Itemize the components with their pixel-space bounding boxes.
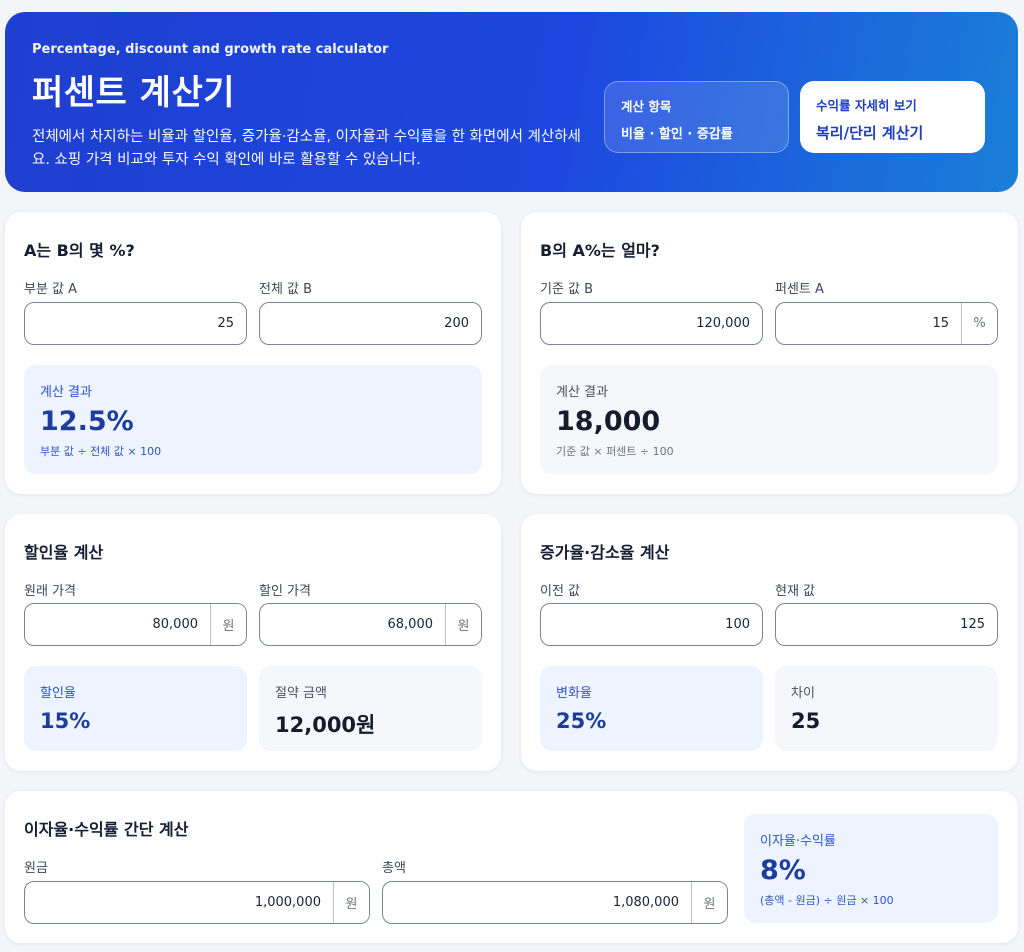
discount-rate-label: 할인율 xyxy=(40,686,76,701)
ratio-result-value: 12.5% xyxy=(40,406,134,437)
previous-value: 100 xyxy=(725,617,750,632)
saving-amount-value: 12,000원 xyxy=(275,713,376,737)
discount-rate-box: 할인율 15% xyxy=(24,666,247,751)
portion-result-label: 계산 결과 xyxy=(556,385,608,400)
interest-card: 이자율·수익률 간단 계산 원금 1,000,000 원 총액 1,080,00… xyxy=(5,791,1018,943)
sale-price-input[interactable]: 68,000 원 xyxy=(259,603,482,646)
hero-subtitle: Percentage, discount and growth rate cal… xyxy=(32,42,389,57)
hero-description: 전체에서 차지하는 비율과 할인율, 증가율·감소율, 이자율과 수익률을 한 … xyxy=(32,129,581,168)
original-price-value: 80,000 xyxy=(152,617,199,632)
original-price-input[interactable]: 80,000 원 xyxy=(24,603,247,646)
sale-price-value: 68,000 xyxy=(387,617,434,632)
percent-a-label: 퍼센트 A xyxy=(775,282,824,297)
saving-amount-box: 절약 금액 12,000원 xyxy=(259,666,482,751)
portion-result-value: 18,000 xyxy=(556,406,661,437)
part-a-input[interactable]: 25 xyxy=(24,302,247,345)
percent-unit: % xyxy=(961,303,997,344)
discount-card: 할인율 계산 원래 가격 80,000 원 할인 가격 68,000 원 할인율… xyxy=(5,514,501,771)
difference-box: 차이 25 xyxy=(775,666,998,751)
saving-amount-label: 절약 금액 xyxy=(275,686,327,701)
difference-label: 차이 xyxy=(791,686,815,701)
portion-result-box: 계산 결과 18,000 기준 값 × 퍼센트 ÷ 100 xyxy=(540,365,998,474)
original-price-label: 원래 가격 xyxy=(24,584,76,599)
percent-a-input[interactable]: 15 % xyxy=(775,302,998,345)
portion-result-formula: 기준 값 × 퍼센트 ÷ 100 xyxy=(556,445,674,458)
principal-label: 원금 xyxy=(24,861,48,876)
previous-value-input[interactable]: 100 xyxy=(540,603,763,646)
total-b-input[interactable]: 200 xyxy=(259,302,482,345)
previous-value-label: 이전 값 xyxy=(540,584,581,599)
discount-card-title: 할인율 계산 xyxy=(24,543,104,562)
ratio-result-label: 계산 결과 xyxy=(40,385,92,400)
calc-items-value: 비율 · 할인 · 증감률 xyxy=(621,127,733,142)
base-b-input[interactable]: 120,000 xyxy=(540,302,763,345)
compound-link-value: 복리/단리 계산기 xyxy=(816,124,924,142)
original-price-unit: 원 xyxy=(210,604,246,645)
portion-card-title: B의 A%는 얼마? xyxy=(540,241,660,260)
ratio-card: A는 B의 몇 %? 부분 값 A 25 전체 값 B 200 계산 결과 12… xyxy=(5,212,501,494)
current-value-label: 현재 값 xyxy=(775,584,816,599)
total-b-label: 전체 값 B xyxy=(259,282,313,297)
difference-value: 25 xyxy=(791,709,821,733)
base-b-value: 120,000 xyxy=(696,316,750,331)
compound-calculator-link[interactable]: 수익률 자세히 보기 복리/단리 계산기 xyxy=(800,81,985,153)
interest-result-value: 8% xyxy=(760,855,806,886)
compound-link-label: 수익률 자세히 보기 xyxy=(816,98,917,113)
change-card-title: 증가율·감소율 계산 xyxy=(540,543,670,562)
sale-price-label: 할인 가격 xyxy=(259,584,311,599)
percent-a-value: 15 xyxy=(932,316,949,331)
total-b-value: 200 xyxy=(444,316,469,331)
discount-rate-value: 15% xyxy=(40,709,91,733)
sale-price-unit: 원 xyxy=(445,604,481,645)
ratio-card-title: A는 B의 몇 %? xyxy=(24,241,135,260)
total-amount-value: 1,080,000 xyxy=(612,895,679,910)
current-value: 125 xyxy=(960,617,985,632)
interest-result-label: 이자율·수익률 xyxy=(760,834,836,849)
calc-items-chip: 계산 항목 비율 · 할인 · 증감률 xyxy=(604,81,789,153)
principal-input[interactable]: 1,000,000 원 xyxy=(24,881,370,924)
calc-items-label: 계산 항목 xyxy=(621,99,672,114)
base-b-label: 기준 값 B xyxy=(540,282,594,297)
interest-result-box: 이자율·수익률 8% (총액 - 원금) ÷ 원금 × 100 xyxy=(744,814,998,923)
part-a-label: 부분 값 A xyxy=(24,282,78,297)
portion-card: B의 A%는 얼마? 기준 값 B 120,000 퍼센트 A 15 % 계산 … xyxy=(521,212,1018,494)
principal-value: 1,000,000 xyxy=(254,895,321,910)
total-amount-unit: 원 xyxy=(691,882,727,923)
principal-unit: 원 xyxy=(333,882,369,923)
ratio-result-formula: 부분 값 ÷ 전체 값 × 100 xyxy=(40,445,162,458)
interest-result-formula: (총액 - 원금) ÷ 원금 × 100 xyxy=(760,894,894,907)
current-value-input[interactable]: 125 xyxy=(775,603,998,646)
change-rate-box: 변화율 25% xyxy=(540,666,763,751)
part-a-value: 25 xyxy=(217,316,234,331)
change-rate-card: 증가율·감소율 계산 이전 값 100 현재 값 125 변화율 25% 차이 … xyxy=(521,514,1018,771)
change-rate-label: 변화율 xyxy=(556,686,592,701)
total-amount-input[interactable]: 1,080,000 원 xyxy=(382,881,728,924)
change-rate-value: 25% xyxy=(556,709,607,733)
ratio-result-box: 계산 결과 12.5% 부분 값 ÷ 전체 값 × 100 xyxy=(24,365,482,474)
total-amount-label: 총액 xyxy=(382,861,406,876)
